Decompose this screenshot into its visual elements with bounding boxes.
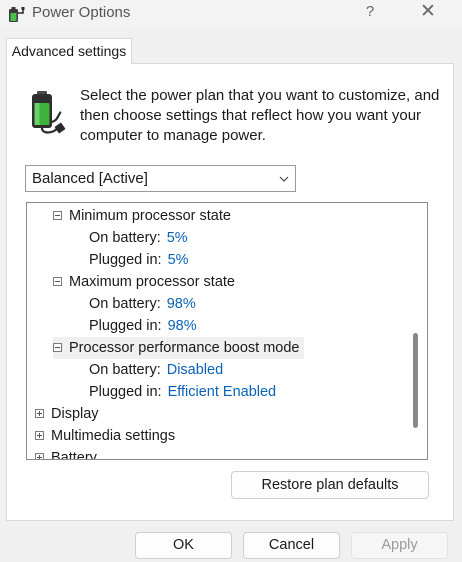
tree-setting-row[interactable]: On battery: Disabled [89,359,223,381]
collapse-icon[interactable] [53,276,62,286]
tree-row-label: Plugged in: [89,252,162,268]
window-title: Power Options [32,4,131,21]
tree-row-label: Plugged in: [89,318,162,334]
settings-tree-content: Minimum processor state On battery: 5% Plug… [27,203,407,459]
apply-button[interactable]: Apply [351,532,448,559]
tree-row-label: Minimum processor state [69,208,231,224]
battery-plug-icon [32,91,66,134]
tree-row-label: On battery: [89,230,161,246]
tree-row-label: Maximum processor state [69,274,235,290]
tree-group-row[interactable]: Multimedia settings [35,425,175,447]
tree-row-value-link[interactable]: Efficient Enabled [168,384,277,400]
tree-setting-row[interactable]: Plugged in: 98% [89,315,197,337]
tree-row-value-link[interactable]: Disabled [167,362,223,378]
tree-row-label: Processor performance boost mode [69,340,300,356]
settings-scrollbar[interactable] [405,203,427,459]
expand-icon[interactable] [35,408,44,418]
tree-group-row[interactable]: Processor performance boost mode [53,337,304,359]
title-bar: Power Options ? ✕ [0,0,462,28]
expand-icon[interactable] [35,452,44,459]
tree-row-value-link[interactable]: 98% [167,296,196,312]
power-plan-selected: Balanced [Active] [32,170,148,187]
scrollbar-thumb[interactable] [413,333,418,428]
collapse-icon[interactable] [53,210,62,220]
power-options-icon [9,7,25,22]
intro-description: Select the power plan that you want to c… [80,87,440,144]
restore-plan-defaults-button[interactable]: Restore plan defaults [231,471,429,499]
tree-row-label: Plugged in: [89,384,162,400]
collapse-icon[interactable] [53,342,62,352]
tree-row-label: On battery: [89,296,161,312]
power-options-window: Power Options ? ✕ Advanced settings Sele… [0,0,462,562]
ok-button[interactable]: OK [135,532,232,559]
tree-setting-row[interactable]: Plugged in: 5% [89,249,189,271]
tree-row-value-link[interactable]: 5% [167,230,188,246]
tree-row-value-link[interactable]: 98% [168,318,197,334]
close-icon: ✕ [420,1,436,22]
expand-icon[interactable] [35,430,44,440]
tree-row-label: Display [51,406,99,422]
settings-tree[interactable]: Minimum processor state On battery: 5% Plug… [26,202,428,460]
tree-group-row[interactable]: Minimum processor state [53,205,231,227]
tree-setting-row[interactable]: On battery: 5% [89,227,188,249]
tree-row-label: Multimedia settings [51,428,176,444]
help-icon: ? [365,3,375,20]
tree-group-row[interactable]: Battery [35,447,97,459]
cancel-button[interactable]: Cancel [243,532,340,559]
tree-row-label: Battery [51,450,97,459]
power-plan-dropdown[interactable]: Balanced [Active] [25,165,296,192]
tree-group-row[interactable]: Maximum processor state [53,271,235,293]
close-button[interactable]: ✕ [412,2,444,24]
tree-row-value-link[interactable]: 5% [168,252,189,268]
tree-setting-row[interactable]: On battery: 98% [89,293,196,315]
tree-setting-row[interactable]: Plugged in: Efficient Enabled [89,381,276,403]
tree-row-label: On battery: [89,362,161,378]
tree-group-row[interactable]: Display [35,403,99,425]
tab-advanced-settings[interactable]: Advanced settings [6,38,132,64]
help-button[interactable]: ? [357,2,383,24]
chevron-down-icon [279,176,289,182]
